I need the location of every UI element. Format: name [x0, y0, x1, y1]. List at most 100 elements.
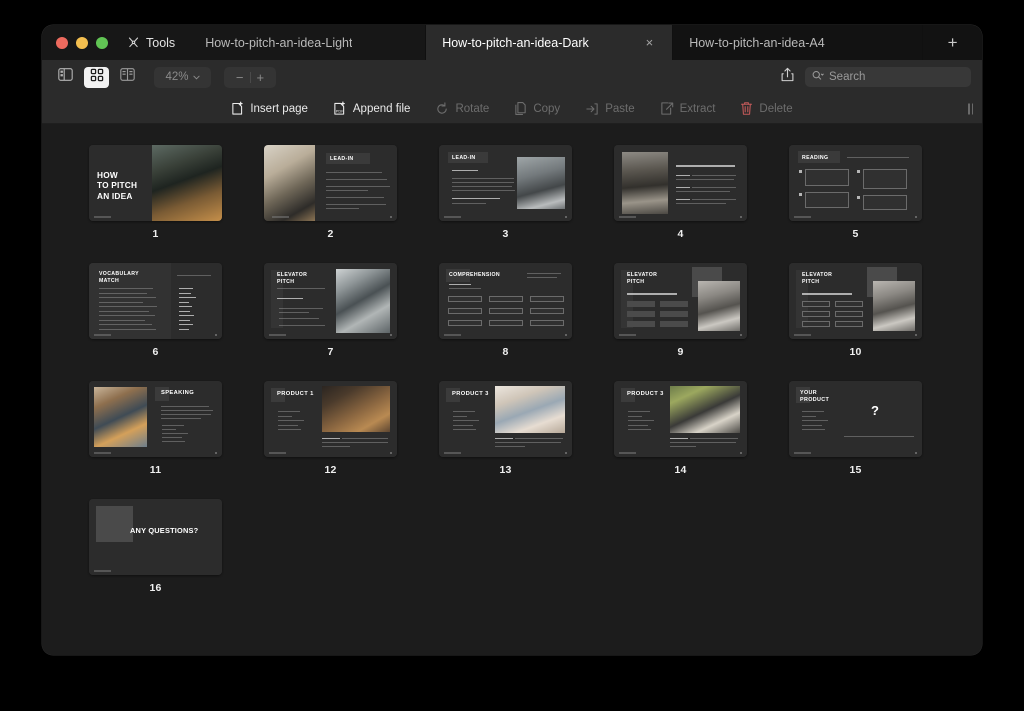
answer-blank	[660, 321, 688, 327]
page-thumbnail-15[interactable]: YOUR PRODUCT ? 15	[789, 381, 922, 476]
page-preview-15[interactable]: YOUR PRODUCT ?	[789, 381, 922, 457]
slide-photo	[322, 386, 390, 432]
page-number-7: 7	[327, 346, 334, 358]
slide-photo	[264, 145, 315, 221]
append-file-label: Append file	[352, 102, 411, 115]
tab-light[interactable]: How-to-pitch-an-idea-Light	[189, 25, 426, 60]
page-thumbnail-4[interactable]: 4	[614, 145, 747, 240]
page-preview-5[interactable]: READING	[789, 145, 922, 221]
delete-label: Delete	[759, 102, 793, 115]
share-button[interactable]	[775, 67, 799, 88]
page-view-button[interactable]	[115, 67, 140, 88]
slide-photo	[495, 386, 565, 433]
page-thumbnail-6[interactable]: VOCABULARY MATCH 6	[89, 263, 222, 358]
search-input[interactable]: Search	[805, 67, 971, 87]
minimize-window-button[interactable]	[76, 36, 88, 49]
slide-title-13: PRODUCT 3	[452, 391, 489, 397]
page-thumbnail-14[interactable]: PRODUCT 3 14	[614, 381, 747, 476]
page-thumbnail-16[interactable]: ANY QUESTIONS? 16	[89, 499, 222, 594]
page-preview-16[interactable]: ANY QUESTIONS?	[89, 499, 222, 575]
close-tab-icon[interactable]: ×	[643, 34, 657, 51]
slide-title-1: HOW TO PITCH AN IDEA	[97, 170, 138, 201]
copy-icon	[514, 101, 527, 116]
reading-box-3	[805, 192, 849, 208]
slide-title-7: ELEVATOR PITCH	[277, 272, 308, 286]
page-number-3: 3	[502, 228, 509, 240]
page-thumbnail-5[interactable]: READING 5	[789, 145, 922, 240]
tab-a4-label: How-to-pitch-an-idea-A4	[689, 35, 825, 50]
svg-text:PDF: PDF	[336, 109, 344, 114]
tab-a4[interactable]: How-to-pitch-an-idea-A4	[672, 25, 923, 60]
zoom-stepper[interactable]: − +	[224, 66, 276, 88]
tools-button[interactable]: Tools	[121, 25, 189, 60]
insert-page-label: Insert page	[250, 102, 308, 115]
page-thumbnail-7[interactable]: ELEVATOR PITCH 7	[264, 263, 397, 358]
slide-footer	[94, 216, 111, 218]
page-number-10: 10	[849, 346, 862, 358]
slide-photo	[94, 387, 147, 447]
tools-label: Tools	[146, 35, 176, 50]
thumbnail-grid: HOW TO PITCH AN IDEA 1 LEAD-IN 2 LEAD-IN…	[89, 145, 938, 594]
page-thumbnail-9[interactable]: ELEVATOR PITCH 9	[614, 263, 747, 358]
rotate-button[interactable]: Rotate	[435, 101, 489, 116]
paste-button[interactable]: Paste	[585, 102, 635, 116]
page-number-11: 11	[149, 464, 162, 476]
page-preview-9[interactable]: ELEVATOR PITCH	[614, 263, 747, 339]
view-toolbar: 42% − + Search	[42, 60, 982, 94]
page-preview-12[interactable]: PRODUCT 1	[264, 381, 397, 457]
slide-title-16: ANY QUESTIONS?	[130, 526, 199, 535]
page-preview-3[interactable]: LEAD-IN	[439, 145, 572, 221]
page-thumbnail-11[interactable]: SPEAKING 11	[89, 381, 222, 476]
slide-title-15: YOUR PRODUCT	[800, 390, 830, 404]
tab-dark-active[interactable]: How-to-pitch-an-idea-Dark ×	[425, 25, 673, 60]
slide-photo	[873, 281, 915, 331]
slide-title-3: LEAD-IN	[452, 155, 476, 161]
slide-title-12: PRODUCT 1	[277, 391, 314, 397]
new-tab-button[interactable]: +	[922, 25, 982, 60]
slide-heading-4	[676, 165, 735, 167]
toolbar-resize-handle[interactable]	[968, 103, 973, 114]
paste-icon	[585, 102, 599, 116]
page-thumbnail-2[interactable]: LEAD-IN 2	[264, 145, 397, 240]
extract-button[interactable]: Extract	[660, 101, 715, 116]
reading-box-2	[863, 169, 907, 189]
slide-title-11: SPEAKING	[161, 390, 195, 396]
page-number-12: 12	[324, 464, 337, 476]
extract-icon	[660, 101, 674, 116]
page-view-icon	[120, 68, 135, 86]
zoom-out-button[interactable]: −	[236, 70, 244, 85]
page-preview-1[interactable]: HOW TO PITCH AN IDEA	[89, 145, 222, 221]
page-preview-4[interactable]	[614, 145, 747, 221]
tab-dark-label: How-to-pitch-an-idea-Dark	[442, 35, 589, 50]
page-thumbnail-12[interactable]: PRODUCT 1 12	[264, 381, 397, 476]
page-preview-7[interactable]: ELEVATOR PITCH	[264, 263, 397, 339]
page-thumbnail-8[interactable]: COMPREHENSION 8	[439, 263, 572, 358]
page-number-6: 6	[152, 346, 159, 358]
close-window-button[interactable]	[56, 36, 68, 49]
page-preview-6[interactable]: VOCABULARY MATCH	[89, 263, 222, 339]
delete-button[interactable]: Delete	[740, 101, 793, 116]
zoom-in-button[interactable]: +	[257, 70, 265, 85]
grid-view-button[interactable]	[84, 66, 109, 88]
insert-page-button[interactable]: Insert page	[231, 101, 308, 116]
zoom-level-dropdown[interactable]: 42%	[154, 66, 211, 88]
slide-title-14: PRODUCT 3	[627, 391, 664, 397]
page-number-9: 9	[677, 346, 684, 358]
sidebar-icon	[58, 68, 73, 86]
page-thumbnail-10[interactable]: ELEVATOR PITCH 10	[789, 263, 922, 358]
page-preview-10[interactable]: ELEVATOR PITCH	[789, 263, 922, 339]
copy-button[interactable]: Copy	[514, 101, 560, 116]
maximize-window-button[interactable]	[96, 36, 108, 49]
search-icon	[812, 68, 824, 86]
append-file-button[interactable]: PDF Append file	[333, 101, 411, 116]
page-preview-13[interactable]: PRODUCT 3	[439, 381, 572, 457]
page-preview-14[interactable]: PRODUCT 3	[614, 381, 747, 457]
page-thumbnail-13[interactable]: PRODUCT 3 13	[439, 381, 572, 476]
page-preview-11[interactable]: SPEAKING	[89, 381, 222, 457]
copy-label: Copy	[533, 102, 561, 115]
page-preview-2[interactable]: LEAD-IN	[264, 145, 397, 221]
sidebar-toggle-button[interactable]	[53, 67, 78, 88]
page-thumbnail-1[interactable]: HOW TO PITCH AN IDEA 1	[89, 145, 222, 240]
page-thumbnail-3[interactable]: LEAD-IN 3	[439, 145, 572, 240]
page-preview-8[interactable]: COMPREHENSION	[439, 263, 572, 339]
